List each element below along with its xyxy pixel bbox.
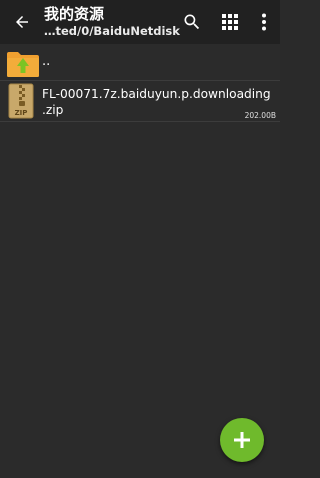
search-button[interactable] (178, 8, 206, 36)
more-options-button[interactable] (250, 8, 278, 36)
file-size: 202.00B (244, 111, 276, 120)
current-path: …ted/0/BaiduNetdisk (44, 24, 180, 38)
app-bar: 我的资源 …ted/0/BaiduNetdisk (0, 0, 280, 44)
parent-directory-row[interactable]: .. (0, 44, 280, 81)
zip-label: ZIP (15, 109, 28, 117)
title-area: 我的资源 …ted/0/BaiduNetdisk (44, 5, 180, 38)
page-title: 我的资源 (44, 5, 105, 23)
arrow-back-icon (16, 16, 28, 28)
zip-file-icon: ZIP (8, 83, 34, 119)
add-button[interactable] (220, 418, 264, 462)
parent-directory-label: .. (42, 54, 51, 69)
file-row-divider (0, 121, 280, 122)
more-vert-icon (262, 13, 266, 31)
add-icon (234, 432, 250, 448)
file-name: FL-00071.7z.baiduyun.p.downloading .zip (42, 86, 276, 118)
path-selector[interactable]: …ted/0/BaiduNetdisk (44, 24, 180, 38)
file-name-line2: .zip (42, 103, 64, 117)
grid-view-button[interactable] (216, 8, 244, 36)
folder-up-icon (7, 52, 39, 77)
file-name-line1: FL-00071.7z.baiduyun.p.downloading (42, 87, 271, 101)
file-manager-screen: 我的资源 …ted/0/BaiduNetdisk .. ZIP FL-00071… (0, 0, 280, 478)
search-icon (184, 14, 200, 30)
grid-view-icon (222, 14, 238, 30)
back-button[interactable] (8, 8, 36, 36)
